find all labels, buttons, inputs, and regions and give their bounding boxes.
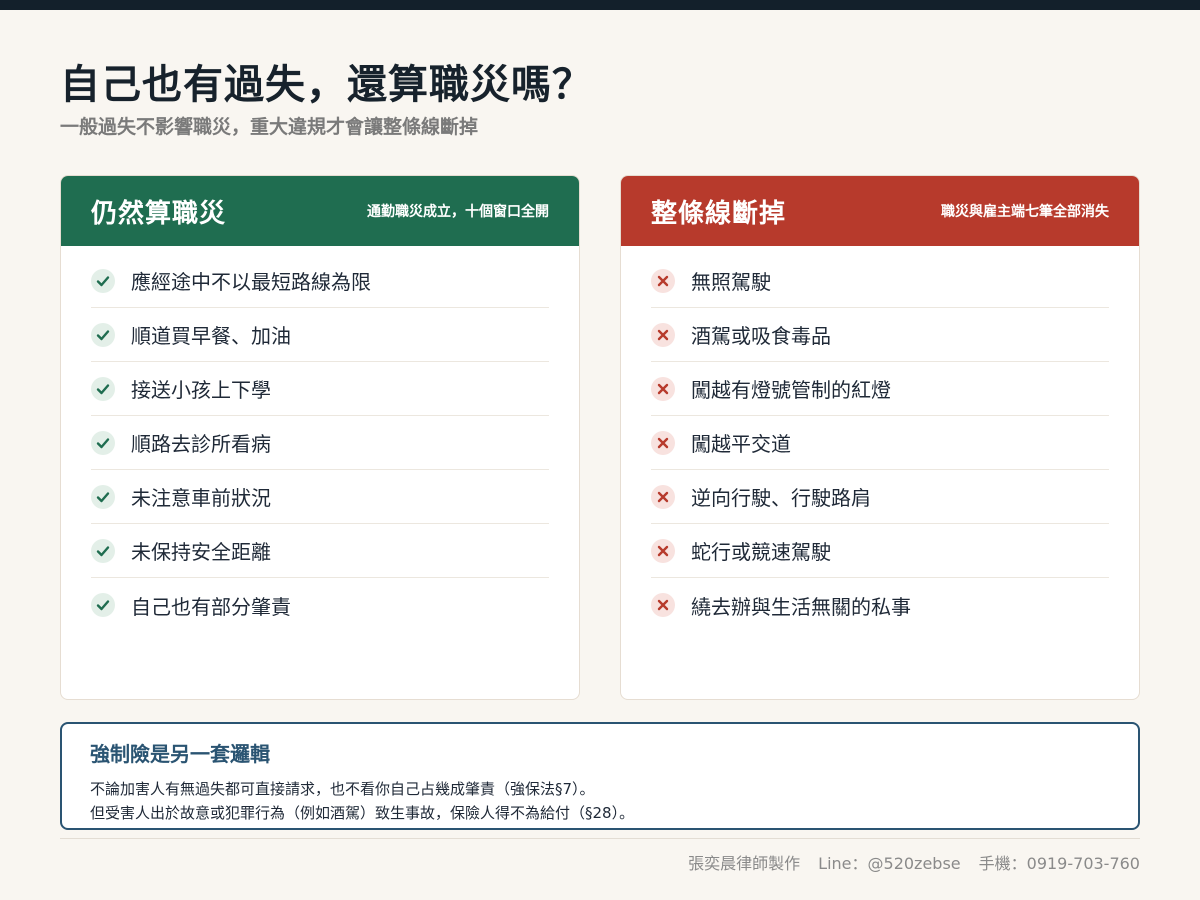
item-text: 自己也有部分肇責 xyxy=(131,594,291,619)
list-item: 未注意車前狀況 xyxy=(91,470,549,524)
cross-icon xyxy=(651,593,675,617)
item-text: 蛇行或競速駕駛 xyxy=(691,540,831,564)
list-item: 接送小孩上下學 xyxy=(91,362,549,416)
list-item: 未保持安全距離 xyxy=(91,524,549,578)
still-counts-note: 通勤職災成立，十個窗口全開 xyxy=(367,204,549,220)
line-broken-list: 無照駕駛 酒駕或吸食毒品 闖越有燈號管制的紅燈 闖越平交道 逆向行駛、行駛路肩 … xyxy=(621,246,1139,632)
list-item: 應經途中不以最短路線為限 xyxy=(91,254,549,308)
page-title: 自己也有過失，還算職災嗎？ xyxy=(60,62,593,108)
top-bar xyxy=(0,0,1200,10)
still-counts-title: 仍然算職災 xyxy=(91,198,227,229)
list-item: 自己也有部分肇責 xyxy=(91,578,549,632)
line-broken-header: 整條線斷掉 職災與雇主端七筆全部消失 xyxy=(621,176,1139,246)
check-icon xyxy=(91,322,115,347)
page-subtitle: 一般過失不影響職災，重大違規才會讓整條線斷掉 xyxy=(60,116,479,138)
cross-icon xyxy=(651,268,675,293)
item-text: 應經途中不以最短路線為限 xyxy=(131,270,371,294)
cross-icon xyxy=(651,484,675,509)
item-text: 酒駕或吸食毒品 xyxy=(691,324,831,348)
item-text: 未注意車前狀況 xyxy=(131,486,271,510)
list-item: 無照駕駛 xyxy=(651,254,1109,308)
item-text: 無照駕駛 xyxy=(691,270,771,294)
still-counts-card: 仍然算職災 通勤職災成立，十個窗口全開 應經途中不以最短路線為限 順道買早餐、加… xyxy=(60,175,580,700)
item-text: 闖越有燈號管制的紅燈 xyxy=(691,378,891,402)
cross-icon xyxy=(651,430,675,455)
list-item: 酒駕或吸食毒品 xyxy=(651,308,1109,362)
item-text: 繞去辦與生活無關的私事 xyxy=(691,594,911,619)
list-item: 順道買早餐、加油 xyxy=(91,308,549,362)
list-item: 闖越平交道 xyxy=(651,416,1109,470)
footer-line-id: Line：@520zebse xyxy=(818,854,961,873)
list-item: 闖越有燈號管制的紅燈 xyxy=(651,362,1109,416)
still-counts-header: 仍然算職災 通勤職災成立，十個窗口全開 xyxy=(61,176,579,246)
callout-line-2: 但受害人出於故意或犯罪行為（例如酒駕）致生事故，保險人得不為給付（§28）。 xyxy=(90,804,635,822)
footer-phone: 手機：0919-703-760 xyxy=(978,854,1140,873)
line-broken-card: 整條線斷掉 職災與雇主端七筆全部消失 無照駕駛 酒駕或吸食毒品 闖越有燈號管制的… xyxy=(620,175,1140,700)
item-text: 順道買早餐、加油 xyxy=(131,324,291,348)
item-text: 未保持安全距離 xyxy=(131,540,271,564)
cross-icon xyxy=(651,376,675,401)
cross-icon xyxy=(651,322,675,347)
check-icon xyxy=(91,430,115,455)
check-icon xyxy=(91,593,115,617)
item-text: 闖越平交道 xyxy=(691,432,791,456)
check-icon xyxy=(91,376,115,401)
footer: 張奕晨律師製作 Line：@520zebse 手機：0919-703-760 xyxy=(688,850,1140,874)
item-text: 逆向行駛、行駛路肩 xyxy=(691,486,871,510)
item-text: 順路去診所看病 xyxy=(131,432,271,456)
check-icon xyxy=(91,484,115,509)
cross-icon xyxy=(651,538,675,563)
still-counts-list: 應經途中不以最短路線為限 順道買早餐、加油 接送小孩上下學 順路去診所看病 未注… xyxy=(61,246,579,632)
line-broken-note: 職災與雇主端七筆全部消失 xyxy=(941,204,1109,220)
callout-title: 強制險是另一套邏輯 xyxy=(90,742,270,766)
list-item: 順路去診所看病 xyxy=(91,416,549,470)
compulsory-insurance-callout: 強制險是另一套邏輯 不論加害人有無過失都可直接請求，也不看你自己占幾成肇責（強保… xyxy=(60,722,1140,830)
list-item: 逆向行駛、行駛路肩 xyxy=(651,470,1109,524)
item-text: 接送小孩上下學 xyxy=(131,378,271,402)
check-icon xyxy=(91,268,115,293)
callout-line-1: 不論加害人有無過失都可直接請求，也不看你自己占幾成肇責（強保法§7）。 xyxy=(90,780,595,798)
footer-divider xyxy=(60,838,1140,839)
list-item: 蛇行或競速駕駛 xyxy=(651,524,1109,578)
check-icon xyxy=(91,538,115,563)
footer-author: 張奕晨律師製作 xyxy=(688,854,801,873)
line-broken-title: 整條線斷掉 xyxy=(651,198,787,229)
list-item: 繞去辦與生活無關的私事 xyxy=(651,578,1109,632)
